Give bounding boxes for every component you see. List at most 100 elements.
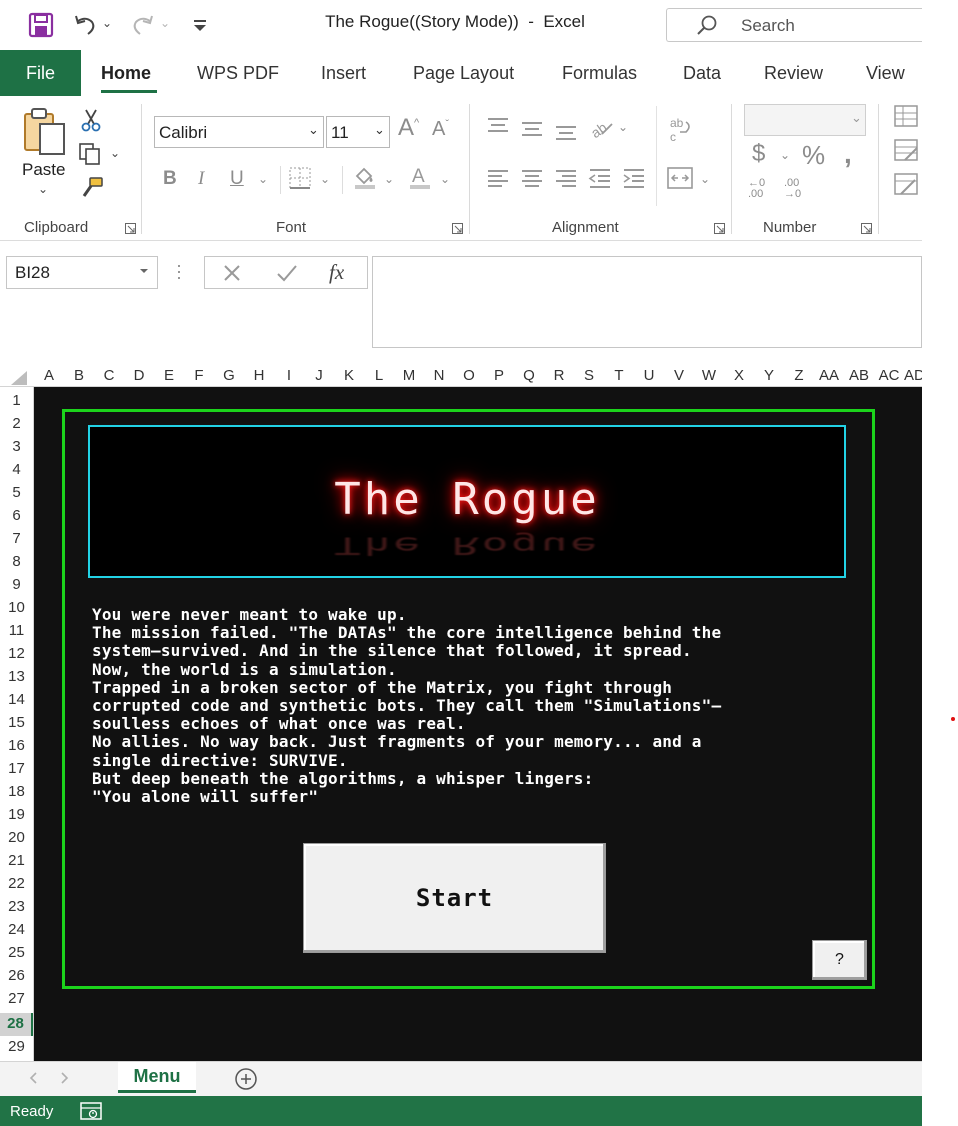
conditional-formatting-icon[interactable] — [893, 104, 919, 128]
bold-icon[interactable]: B — [163, 168, 177, 190]
name-box-dropdown-icon[interactable] — [139, 266, 149, 276]
formula-input[interactable] — [372, 256, 922, 348]
cell-styles-icon[interactable] — [893, 172, 919, 196]
percent-icon[interactable]: % — [802, 140, 825, 171]
row-header[interactable]: 18 — [0, 783, 33, 800]
font-color-dropdown-icon[interactable]: ⌄ — [440, 172, 450, 186]
column-header-w[interactable]: W — [694, 367, 724, 384]
row-header[interactable]: 27 — [0, 990, 33, 1007]
fill-color-dropdown-icon[interactable]: ⌄ — [384, 172, 394, 186]
column-header-f[interactable]: F — [184, 367, 214, 384]
row-header[interactable]: 11 — [0, 622, 33, 639]
row-header[interactable]: 25 — [0, 944, 33, 961]
row-header[interactable]: 10 — [0, 599, 33, 616]
align-left-icon[interactable] — [486, 166, 510, 190]
row-header[interactable]: 5 — [0, 484, 33, 501]
row-header[interactable]: 4 — [0, 461, 33, 478]
paste-icon[interactable] — [22, 106, 68, 158]
row-header[interactable]: 14 — [0, 691, 33, 708]
row-header[interactable]: 13 — [0, 668, 33, 685]
paste-label[interactable]: Paste — [22, 160, 65, 180]
column-header-l[interactable]: L — [364, 367, 394, 384]
align-center-icon[interactable] — [520, 166, 544, 190]
underline-icon[interactable]: U — [230, 168, 244, 190]
undo-icon[interactable] — [72, 12, 98, 38]
currency-icon[interactable]: $ — [752, 140, 765, 168]
italic-icon[interactable]: I — [198, 168, 204, 190]
column-header-ac[interactable]: AC — [874, 367, 904, 384]
copy-icon[interactable] — [78, 142, 104, 166]
name-box[interactable]: BI28 — [6, 256, 158, 289]
add-sheet-icon[interactable] — [234, 1067, 258, 1091]
number-format-dropdown[interactable]: ⌄ — [744, 104, 866, 136]
row-header[interactable]: 22 — [0, 875, 33, 892]
column-header-k[interactable]: K — [334, 367, 364, 384]
scroll-left-icon[interactable] — [28, 1071, 38, 1085]
row-header[interactable]: 24 — [0, 921, 33, 938]
save-icon[interactable] — [28, 12, 54, 38]
format-painter-icon[interactable] — [80, 176, 104, 200]
middle-align-icon[interactable] — [520, 116, 544, 140]
top-align-icon[interactable] — [486, 116, 510, 140]
column-header-x[interactable]: X — [724, 367, 754, 384]
help-button[interactable]: ? — [812, 940, 867, 980]
merge-center-icon[interactable] — [666, 166, 694, 190]
format-as-table-icon[interactable] — [893, 138, 919, 162]
currency-dropdown-icon[interactable]: ⌄ — [780, 148, 790, 162]
row-header[interactable]: 29 — [0, 1038, 33, 1055]
start-button[interactable]: Start — [303, 843, 606, 953]
tab-data[interactable]: Data — [683, 63, 721, 84]
row-header[interactable]: 17 — [0, 760, 33, 777]
column-header-o[interactable]: O — [454, 367, 484, 384]
column-header-m[interactable]: M — [394, 367, 424, 384]
column-header-t[interactable]: T — [604, 367, 634, 384]
borders-dropdown-icon[interactable]: ⌄ — [320, 172, 330, 186]
increase-indent-icon[interactable] — [622, 166, 646, 190]
decrease-indent-icon[interactable] — [588, 166, 612, 190]
column-header-q[interactable]: Q — [514, 367, 544, 384]
row-header-selected[interactable]: 28 — [0, 1013, 33, 1036]
decrease-font-size-icon[interactable]: Aˇ — [432, 118, 449, 141]
scroll-right-icon[interactable] — [60, 1071, 70, 1085]
orientation-dropdown-icon[interactable]: ⌄ — [618, 120, 628, 134]
row-header[interactable]: 7 — [0, 530, 33, 547]
column-header-r[interactable]: R — [544, 367, 574, 384]
insert-function-icon[interactable]: fx — [329, 260, 344, 285]
more-options-icon[interactable]: · · · — [176, 256, 182, 286]
undo-dropdown-icon[interactable]: ⌄ — [102, 16, 112, 30]
search-box[interactable]: Search — [666, 8, 922, 42]
borders-icon[interactable] — [288, 166, 312, 190]
copy-dropdown-icon[interactable]: ⌄ — [110, 146, 120, 160]
column-header-d[interactable]: D — [124, 367, 154, 384]
decrease-decimal-icon[interactable]: .00 →0 — [784, 178, 801, 200]
orientation-icon[interactable]: ab — [588, 116, 614, 140]
tab-insert[interactable]: Insert — [321, 63, 366, 84]
clipboard-launcher-icon[interactable] — [125, 223, 136, 234]
column-header-a[interactable]: A — [34, 367, 64, 384]
paste-dropdown-icon[interactable]: ⌄ — [38, 182, 48, 196]
row-header[interactable]: 6 — [0, 507, 33, 524]
font-color-icon[interactable]: A — [408, 164, 432, 190]
tab-home[interactable]: Home — [101, 63, 151, 84]
comma-style-icon[interactable]: , — [844, 138, 852, 170]
column-header-z[interactable]: Z — [784, 367, 814, 384]
column-header-i[interactable]: I — [274, 367, 304, 384]
column-header-s[interactable]: S — [574, 367, 604, 384]
align-right-icon[interactable] — [554, 166, 578, 190]
increase-font-size-icon[interactable]: A^ — [398, 114, 419, 142]
column-header-g[interactable]: G — [214, 367, 244, 384]
column-header-y[interactable]: Y — [754, 367, 784, 384]
row-header[interactable]: 3 — [0, 438, 33, 455]
row-header[interactable]: 2 — [0, 415, 33, 432]
tab-file[interactable]: File — [0, 50, 81, 96]
column-header-c[interactable]: C — [94, 367, 124, 384]
column-header-ad[interactable]: AD — [904, 367, 922, 384]
bottom-align-icon[interactable] — [554, 116, 578, 140]
row-header[interactable]: 19 — [0, 806, 33, 823]
accessibility-icon[interactable] — [80, 1102, 102, 1120]
row-header[interactable]: 1 — [0, 392, 33, 409]
column-header-p[interactable]: P — [484, 367, 514, 384]
column-header-b[interactable]: B — [64, 367, 94, 384]
row-header[interactable]: 15 — [0, 714, 33, 731]
row-header[interactable]: 26 — [0, 967, 33, 984]
